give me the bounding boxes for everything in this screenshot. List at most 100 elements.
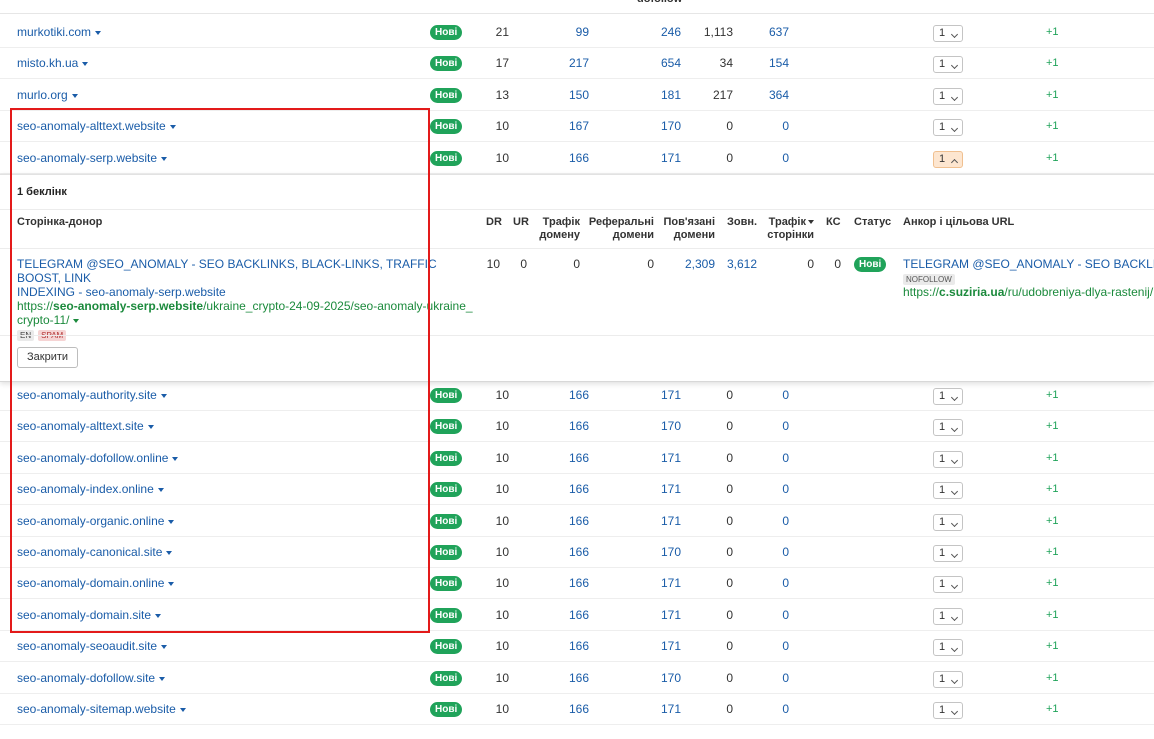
- metric-link[interactable]: 0: [750, 411, 789, 442]
- col-ur[interactable]: UR: [513, 216, 529, 229]
- metric-link[interactable]: 99: [540, 17, 589, 48]
- metric-link[interactable]: 166: [540, 631, 589, 662]
- backlinks-count-toggle[interactable]: 1: [933, 702, 963, 719]
- metric-link[interactable]: 170: [630, 411, 681, 442]
- metric-link[interactable]: 0: [750, 380, 789, 411]
- domain-link[interactable]: seo-anomaly-domain.online: [17, 568, 175, 599]
- metric-link[interactable]: 0: [750, 631, 789, 662]
- col-dr[interactable]: DR: [486, 216, 502, 229]
- backlinks-count-toggle[interactable]: 1: [933, 56, 963, 74]
- metric-link[interactable]: 171: [630, 474, 681, 505]
- metric-link[interactable]: 166: [540, 474, 589, 505]
- metric-link[interactable]: 166: [540, 600, 589, 631]
- backlinks-count-toggle[interactable]: 1: [933, 639, 963, 657]
- col-donor-page[interactable]: Сторінка-донор: [17, 216, 102, 229]
- col-anchor-target[interactable]: Анкор і цільова URL: [903, 216, 1014, 229]
- metric-link[interactable]: 0: [750, 694, 789, 725]
- metric-link[interactable]: 0: [750, 474, 789, 505]
- metric-link[interactable]: 171: [630, 143, 681, 174]
- backlinks-count-toggle[interactable]: 1: [933, 419, 963, 437]
- domain-link[interactable]: seo-anomaly-organic.online: [17, 506, 175, 537]
- chevron-down-icon[interactable]: [160, 394, 167, 398]
- metric-link[interactable]: 166: [540, 694, 589, 725]
- chevron-down-icon[interactable]: [95, 31, 102, 35]
- chevron-down-icon[interactable]: [73, 319, 80, 323]
- metric-link[interactable]: 0: [750, 443, 789, 474]
- metric-link[interactable]: 171: [630, 443, 681, 474]
- metric-link[interactable]: 0: [750, 143, 789, 174]
- metric-link[interactable]: 0: [750, 537, 789, 568]
- domain-link[interactable]: seo-anomaly-alttext.site: [17, 411, 154, 442]
- chevron-down-icon[interactable]: [179, 708, 186, 712]
- target-url-link[interactable]: https://c.suziria.ua/ru/udobreniya-dlya-…: [903, 285, 1154, 299]
- col-page-traffic[interactable]: Трафік сторінки: [762, 216, 814, 242]
- backlinks-count-toggle[interactable]: 1: [933, 513, 963, 531]
- chevron-down-icon[interactable]: [168, 582, 175, 587]
- backlinks-count-toggle[interactable]: 1: [933, 25, 963, 42]
- metric-link[interactable]: 0: [750, 111, 789, 142]
- backlink-external[interactable]: 3,612: [720, 257, 757, 271]
- close-button[interactable]: Закрити: [17, 347, 79, 368]
- domain-link[interactable]: seo-anomaly-seoaudit.site: [17, 631, 168, 662]
- metric-link[interactable]: 166: [540, 143, 589, 174]
- metric-link[interactable]: 166: [540, 506, 589, 537]
- chevron-down-icon[interactable]: [155, 613, 162, 618]
- backlinks-count-toggle[interactable]: 1: [933, 670, 963, 688]
- metric-link[interactable]: 654: [630, 48, 681, 79]
- domain-link[interactable]: seo-anomaly-authority.site: [17, 380, 167, 411]
- metric-link[interactable]: 167: [540, 111, 589, 142]
- metric-link[interactable]: 171: [630, 631, 681, 662]
- metric-link[interactable]: 166: [540, 380, 589, 411]
- metric-link[interactable]: 0: [750, 600, 789, 631]
- backlinks-count-toggle[interactable]: 1: [933, 545, 963, 562]
- backlink-linked-domains[interactable]: 2,309: [675, 257, 715, 271]
- metric-link[interactable]: 181: [630, 80, 681, 111]
- col-referring-domains[interactable]: Реферальні домени: [588, 216, 654, 242]
- domain-link[interactable]: seo-anomaly-alttext.website: [17, 111, 176, 142]
- metric-link[interactable]: 217: [540, 48, 589, 79]
- domain-link[interactable]: seo-anomaly-domain.site: [17, 600, 162, 631]
- metric-link[interactable]: 170: [630, 111, 681, 142]
- domain-link[interactable]: misto.kh.ua: [17, 48, 89, 79]
- backlinks-count-toggle[interactable]: 1: [933, 87, 963, 105]
- metric-link[interactable]: 0: [750, 568, 789, 599]
- col-linked-domains[interactable]: Пов'язані домени: [660, 216, 715, 242]
- backlinks-count-toggle[interactable]: 1: [933, 607, 963, 625]
- backlinks-count-toggle[interactable]: 1: [933, 388, 963, 405]
- metric-link[interactable]: 166: [540, 411, 589, 442]
- domain-link[interactable]: seo-anomaly-serp.website: [17, 143, 168, 174]
- metric-link[interactable]: 637: [750, 17, 789, 48]
- col-status[interactable]: Статус: [854, 216, 891, 229]
- metric-link[interactable]: 154: [750, 48, 789, 79]
- chevron-down-icon[interactable]: [147, 425, 154, 430]
- chevron-down-icon[interactable]: [159, 676, 166, 681]
- metric-link[interactable]: 0: [750, 506, 789, 537]
- chevron-down-icon[interactable]: [168, 519, 175, 524]
- donor-page-url-link[interactable]: https://seo-anomaly-serp.website/ukraine…: [17, 299, 477, 327]
- chevron-down-icon[interactable]: [172, 456, 179, 461]
- domain-link[interactable]: seo-anomaly-index.online: [17, 474, 164, 505]
- col-keywords[interactable]: КС: [826, 216, 841, 229]
- domain-link[interactable]: murlo.org: [17, 80, 78, 111]
- domain-link[interactable]: murkotiki.com: [17, 17, 102, 48]
- metric-link[interactable]: 171: [630, 380, 681, 411]
- metric-link[interactable]: 166: [540, 443, 589, 474]
- metric-link[interactable]: 171: [630, 694, 681, 725]
- metric-link[interactable]: 166: [540, 568, 589, 599]
- metric-link[interactable]: 171: [630, 568, 681, 599]
- chevron-down-icon[interactable]: [157, 488, 164, 493]
- metric-link[interactable]: 171: [630, 600, 681, 631]
- backlinks-count-toggle[interactable]: 1: [933, 450, 963, 468]
- anchor-text-link[interactable]: TELEGRAM @SEO_ANOMALY - SEO BACKLINKS: [903, 257, 1154, 271]
- metric-link[interactable]: 150: [540, 80, 589, 111]
- col-domain-traffic[interactable]: Трафік домену: [535, 216, 580, 242]
- domain-link[interactable]: seo-anomaly-canonical.site: [17, 537, 173, 568]
- chevron-down-icon[interactable]: [161, 156, 168, 161]
- backlinks-count-toggle[interactable]: 1: [933, 150, 963, 168]
- backlinks-count-toggle[interactable]: 1: [933, 119, 963, 137]
- chevron-down-icon[interactable]: [82, 62, 89, 67]
- domain-link[interactable]: seo-anomaly-dofollow.online: [17, 443, 179, 474]
- chevron-down-icon[interactable]: [166, 551, 173, 555]
- backlinks-count-toggle[interactable]: 1: [933, 482, 963, 500]
- metric-link[interactable]: 166: [540, 663, 589, 694]
